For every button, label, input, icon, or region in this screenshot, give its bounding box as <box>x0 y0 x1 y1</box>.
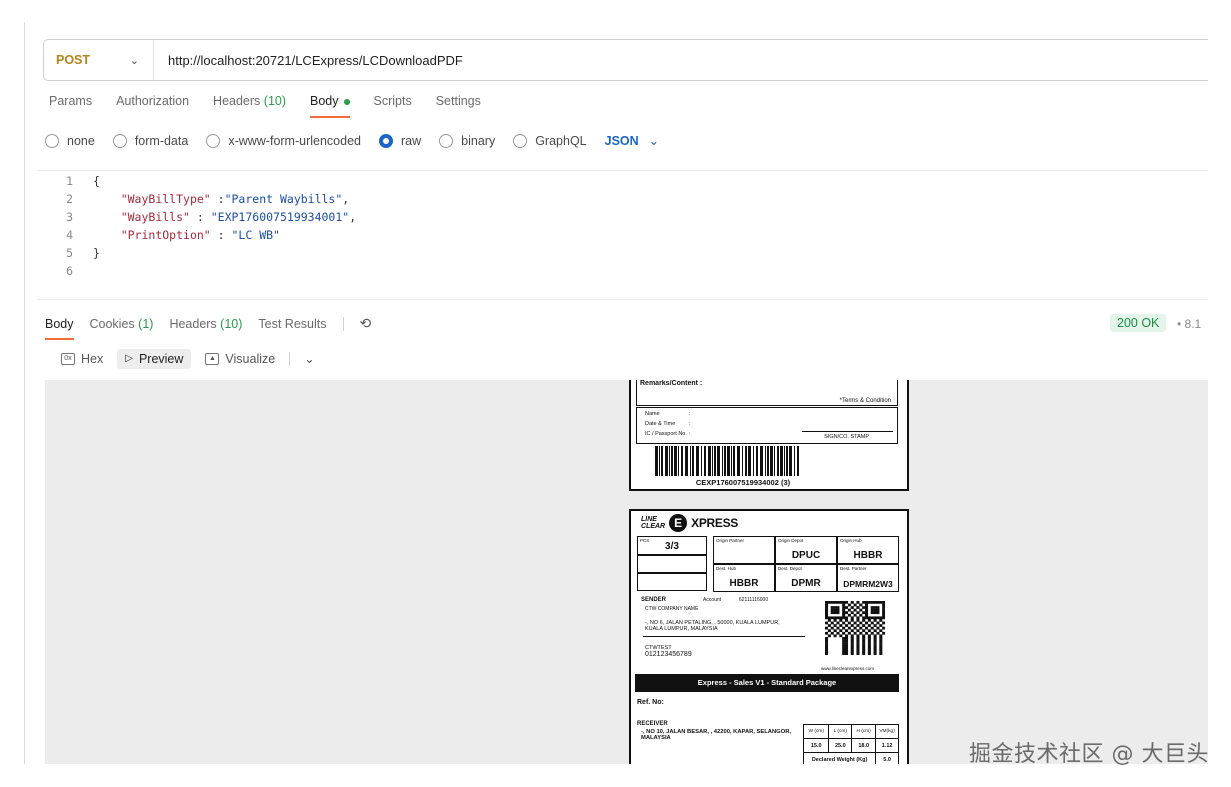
code-line: 1{ <box>66 174 100 188</box>
barcode-image <box>655 446 799 476</box>
image-icon: ▲ <box>205 352 220 365</box>
code-line: 5} <box>66 246 100 260</box>
radio-none[interactable]: none <box>45 133 95 148</box>
radio-circle-icon <box>206 133 221 148</box>
radio-raw[interactable]: raw <box>379 133 421 148</box>
resp-tab-headers[interactable]: Headers (10) <box>169 317 242 340</box>
origin-hub-cell: Origin Hub HBBR <box>837 536 899 564</box>
radio-urlencoded[interactable]: x-www-form-urlencoded <box>206 133 361 148</box>
watermark-text: 掘金技术社区 @ 大巨头 <box>969 742 1209 767</box>
tab-params[interactable]: Params <box>49 94 92 118</box>
empty-cell <box>637 555 707 573</box>
service-banner: Express - Sales V1 - Standard Package <box>635 674 899 692</box>
signature-line <box>802 431 893 432</box>
request-url-bar: POST ⌄ http://localhost:20721/LCExpress/… <box>43 39 1208 81</box>
dest-partner-cell: Dest. Partner DPMRM2W3 <box>837 564 899 592</box>
radio-circle-icon <box>45 133 59 148</box>
code-line: 2 "WayBillType" :"Parent Waybills", <box>66 192 350 206</box>
radio-graphql[interactable]: GraphQL <box>513 133 587 148</box>
dest-hub-cell: Dest. Hub HBBR <box>713 564 775 592</box>
request-tabs: Params Authorization Headers (10) Body S… <box>49 94 481 118</box>
chevron-down-icon: ⌄ <box>129 54 139 67</box>
waybill-label-previous: Remarks/Content : *Terms & Condition Nam… <box>629 380 909 491</box>
tab-scripts[interactable]: Scripts <box>374 94 412 118</box>
receiver-block: RECEIVER -, NO 10, JALAN BESAR, , 42200,… <box>637 721 791 741</box>
status-badge: 200 OK <box>1110 314 1167 332</box>
dest-depot-cell: Dest. Depot DPMR <box>775 564 837 592</box>
view-options-dropdown[interactable]: ⌄ <box>296 348 322 369</box>
tab-headers[interactable]: Headers (10) <box>213 94 286 118</box>
code-line: 3 "WayBills" : "EXP176007519934001", <box>66 210 357 224</box>
radio-binary[interactable]: binary <box>439 133 495 148</box>
radio-checked-icon <box>379 133 393 148</box>
origin-depot-cell: Origin Depot DPUC <box>775 536 837 564</box>
method-select[interactable]: POST ⌄ <box>44 40 154 80</box>
tab-authorization[interactable]: Authorization <box>116 94 189 118</box>
code-line: 6 <box>66 264 73 278</box>
resp-tab-test-results[interactable]: Test Results <box>258 317 326 340</box>
response-tabs: Body Cookies (1) Headers (10) Test Resul… <box>45 315 371 341</box>
code-editor[interactable]: 1{ 2 "WayBillType" :"Parent Waybills", 3… <box>37 170 1208 300</box>
url-input[interactable]: http://localhost:20721/LCExpress/LCDownl… <box>154 53 463 68</box>
qr-code-image <box>825 601 885 655</box>
postman-window: POST ⌄ http://localhost:20721/LCExpress/… <box>24 22 1208 764</box>
barcode-text: CEXP176007519934002 (3) <box>695 478 791 487</box>
visualize-button[interactable]: ▲ Visualize <box>197 349 283 369</box>
modified-dot-icon <box>343 98 350 105</box>
radio-circle-icon <box>513 133 528 148</box>
history-icon[interactable]: ⟲ <box>360 315 372 332</box>
remarks-box: Remarks/Content : *Terms & Condition <box>636 380 898 406</box>
divider <box>342 316 344 331</box>
signature-box: Name: Date & Time: IC / Passport No.: SI… <box>636 407 898 444</box>
hex-icon: 0x <box>61 352 75 365</box>
empty-cell <box>637 573 707 591</box>
dimensions-table: W (cm) L (cm) H (cm) VM(kg) 15.0 25.0 18.0 1.1… <box>802 724 899 764</box>
origin-partner-cell: Origin Partner <box>713 536 775 564</box>
divider <box>289 351 291 366</box>
play-icon: ▷ <box>125 353 133 364</box>
radio-form-data[interactable]: form-data <box>112 133 188 148</box>
sender-block: SENDER Account 62111116000 CTW COMPANY NAM… <box>641 597 811 658</box>
lineclear-logo: LINE CLEAR E XPRESS <box>641 514 739 532</box>
chevron-down-icon: ⌄ <box>304 352 315 366</box>
body-type-radios: none form-data x-www-form-urlencoded raw… <box>45 133 659 148</box>
resp-tab-cookies[interactable]: Cookies (1) <box>90 317 154 340</box>
method-label: POST <box>56 53 91 67</box>
hex-button[interactable]: 0x Hex <box>53 349 111 369</box>
radio-circle-icon <box>439 133 454 148</box>
tab-body[interactable]: Body <box>310 94 350 118</box>
ref-no: Ref. No: <box>637 699 664 706</box>
chevron-down-icon: ⌄ <box>648 134 660 148</box>
tab-settings[interactable]: Settings <box>436 94 481 118</box>
resp-tab-body[interactable]: Body <box>45 317 74 340</box>
code-line: 4 "PrintOption" : "LC WB" <box>66 228 280 242</box>
waybill-label: LINE CLEAR E XPRESS PCS 3/3 Origin Partne… <box>629 509 909 764</box>
view-mode-bar: 0x Hex ▷ Preview ▲ Visualize ⌄ <box>53 348 323 369</box>
preview-button[interactable]: ▷ Preview <box>117 348 192 369</box>
response-time: • 8.1 <box>1177 317 1202 331</box>
pdf-preview[interactable]: Remarks/Content : *Terms & Condition Nam… <box>45 380 1208 764</box>
pcs-cell: PCS 3/3 <box>637 536 707 555</box>
radio-circle-icon <box>112 133 127 148</box>
body-format-select[interactable]: JSON ⌄ <box>605 133 660 149</box>
